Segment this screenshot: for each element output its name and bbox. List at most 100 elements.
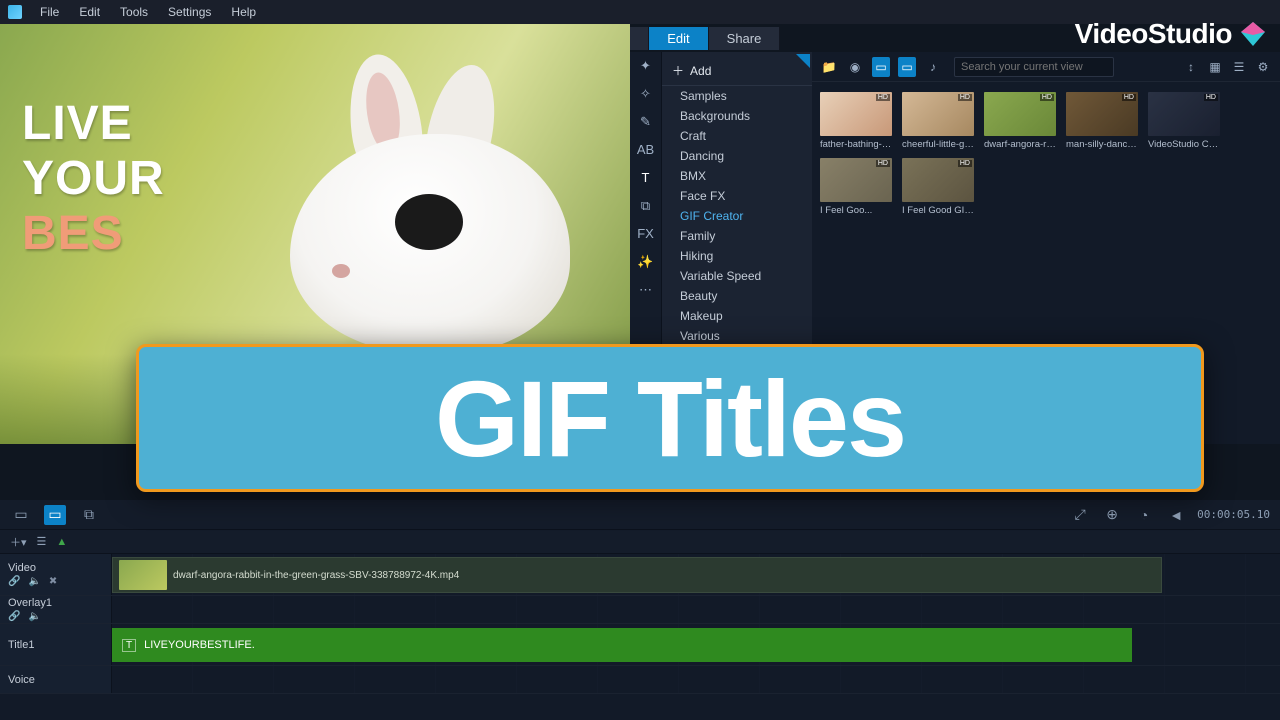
category-item[interactable]: Hiking (662, 246, 812, 266)
track-lane-overlay[interactable] (112, 596, 1280, 623)
tab-share[interactable]: Share (709, 27, 781, 50)
tool-icon-2[interactable]: ✎ (636, 114, 656, 132)
category-item[interactable]: Backgrounds (662, 106, 812, 126)
sort-icon[interactable]: ↕ (1182, 58, 1200, 76)
category-item[interactable]: GIF Creator (662, 206, 812, 226)
timeline-view-icon[interactable]: ▭ (44, 505, 66, 525)
filter-photo-icon[interactable]: ▭ (898, 57, 916, 77)
view-thumb-icon[interactable]: ▦ (1206, 58, 1224, 76)
storyboard-view-icon[interactable]: ▭ (10, 505, 32, 525)
menu-edit[interactable]: Edit (71, 3, 108, 21)
multicam-icon[interactable]: ⧉ (78, 505, 100, 525)
tool-icon-5[interactable]: ⧉ (636, 198, 656, 216)
thumb-label: dwarf-angora-ra... (984, 139, 1056, 150)
pin-icon[interactable] (796, 54, 810, 68)
menu-tools[interactable]: Tools (112, 3, 156, 21)
plus-icon: ＋ (672, 62, 684, 79)
category-item[interactable]: Samples (662, 86, 812, 106)
track-menu-icon[interactable]: ☰ (37, 535, 47, 548)
tool-icon-7[interactable]: ✨ (636, 254, 656, 272)
tool-icon-3[interactable]: AB (636, 142, 656, 160)
brand: VideoStudio (1075, 18, 1268, 50)
search-input[interactable] (954, 57, 1114, 77)
clip-thumb (119, 560, 167, 590)
thumb-image (1148, 92, 1220, 136)
category-item[interactable]: BMX (662, 166, 812, 186)
tool-icon-6[interactable]: FX (636, 226, 656, 244)
track-head-video[interactable]: Video 🔗 🔈 ✖ (0, 554, 112, 595)
title-clip[interactable]: T LIVEYOURBESTLIFE. (112, 628, 1132, 662)
options-icon[interactable]: ⚙ (1254, 58, 1272, 76)
project-timecode: 00:00:05.10 (1197, 508, 1270, 521)
menu-help[interactable]: Help (223, 3, 264, 21)
menu-file[interactable]: File (32, 3, 67, 21)
thumb-label: I Feel Goo... (820, 205, 892, 216)
tool-icon-8[interactable]: ⋯ (636, 282, 656, 300)
filter-audio-icon[interactable]: ♪ (924, 58, 942, 76)
thumb-image (902, 92, 974, 136)
zoom-in-icon[interactable]: ⊕ (1101, 505, 1123, 525)
track-lane-video[interactable]: dwarf-angora-rabbit-in-the-green-grass-S… (112, 554, 1280, 595)
capture-icon[interactable]: ◉ (846, 58, 864, 76)
track-label: Video (8, 562, 103, 574)
category-item[interactable]: Beauty (662, 286, 812, 306)
fx-icon[interactable]: ✖ (49, 576, 57, 587)
track-lane-title[interactable]: T LIVEYOURBESTLIFE. (112, 624, 1280, 665)
media-thumb[interactable]: I Feel Good GIF_1... (902, 158, 974, 216)
category-item[interactable]: Variable Speed (662, 266, 812, 286)
title-type-icon: T (122, 639, 136, 652)
title-line-3: BES (22, 206, 165, 261)
play-marker-icon[interactable]: ▲ (56, 536, 67, 548)
tool-icon-1[interactable]: ✧ (636, 86, 656, 104)
title-clip-text: LIVEYOURBESTLIFE. (144, 639, 255, 651)
add-category-button[interactable]: ＋ Add (662, 56, 812, 86)
link-icon[interactable]: 🔗 (8, 611, 20, 622)
category-item[interactable]: Face FX (662, 186, 812, 206)
import-icon[interactable]: 📁 (820, 58, 838, 76)
media-thumb[interactable]: I Feel Goo... (820, 158, 892, 216)
tool-icon-0[interactable]: ✦ (636, 58, 656, 76)
title-line-2: YOUR (22, 151, 165, 206)
clock-icon[interactable]: ◔ (1133, 505, 1155, 525)
tool-icon-4[interactable]: T (636, 170, 656, 188)
video-clip[interactable]: dwarf-angora-rabbit-in-the-green-grass-S… (112, 557, 1162, 593)
preview-title-overlay: LIVE YOUR BES (22, 96, 165, 261)
track-label: Title1 (8, 639, 103, 651)
view-list-icon[interactable]: ☰ (1230, 58, 1248, 76)
preview-subject (280, 74, 600, 364)
thumb-image (902, 158, 974, 202)
title-line-1: LIVE (22, 96, 165, 151)
category-item[interactable]: Various (662, 326, 812, 346)
category-item[interactable]: Dancing (662, 146, 812, 166)
media-thumb[interactable]: VideoStudio Capt... (1148, 92, 1220, 150)
tab-edit[interactable]: Edit (649, 27, 708, 50)
scroll-left-icon[interactable]: ◄ (1165, 505, 1187, 525)
category-item[interactable]: Makeup (662, 306, 812, 326)
track-head-overlay[interactable]: Overlay1 🔗 🔈 (0, 596, 112, 623)
track-head-voice[interactable]: Voice (0, 666, 112, 693)
thumb-image (1066, 92, 1138, 136)
timeline-panel: ▭ ▭ ⧉ ⤢ ⊕ ◔ ◄ 00:00:05.10 ＋▾ ☰ ▲ Video 🔗… (0, 500, 1280, 720)
media-thumb[interactable]: cheerful-little-girl... (902, 92, 974, 150)
media-thumb[interactable]: father-bathing-lit... (820, 92, 892, 150)
media-thumb[interactable]: dwarf-angora-ra... (984, 92, 1056, 150)
track-lane-voice[interactable] (112, 666, 1280, 693)
mute-icon[interactable]: 🔈 (28, 576, 40, 587)
menu-settings[interactable]: Settings (160, 3, 219, 21)
zoom-fit-icon[interactable]: ⤢ (1069, 505, 1091, 525)
add-track-icon[interactable]: ＋▾ (10, 534, 27, 550)
thumb-label: man-silly-dancin... (1066, 139, 1138, 150)
filter-video-icon[interactable]: ▭ (872, 57, 890, 77)
track-label: Overlay1 (8, 597, 103, 609)
mute-icon[interactable]: 🔈 (28, 611, 40, 622)
link-icon[interactable]: 🔗 (8, 576, 20, 587)
media-thumb[interactable]: man-silly-dancin... (1066, 92, 1138, 150)
track-video: Video 🔗 🔈 ✖ dwarf-angora-rabbit-in-the-gre… (0, 554, 1280, 596)
category-item[interactable]: Family (662, 226, 812, 246)
add-label: Add (690, 64, 711, 78)
track-head-title[interactable]: Title1 (0, 624, 112, 665)
banner-text: GIF Titles (435, 356, 905, 481)
track-title: Title1 T LIVEYOURBESTLIFE. (0, 624, 1280, 666)
category-item[interactable]: Craft (662, 126, 812, 146)
brand-text: VideoStudio (1075, 18, 1232, 50)
